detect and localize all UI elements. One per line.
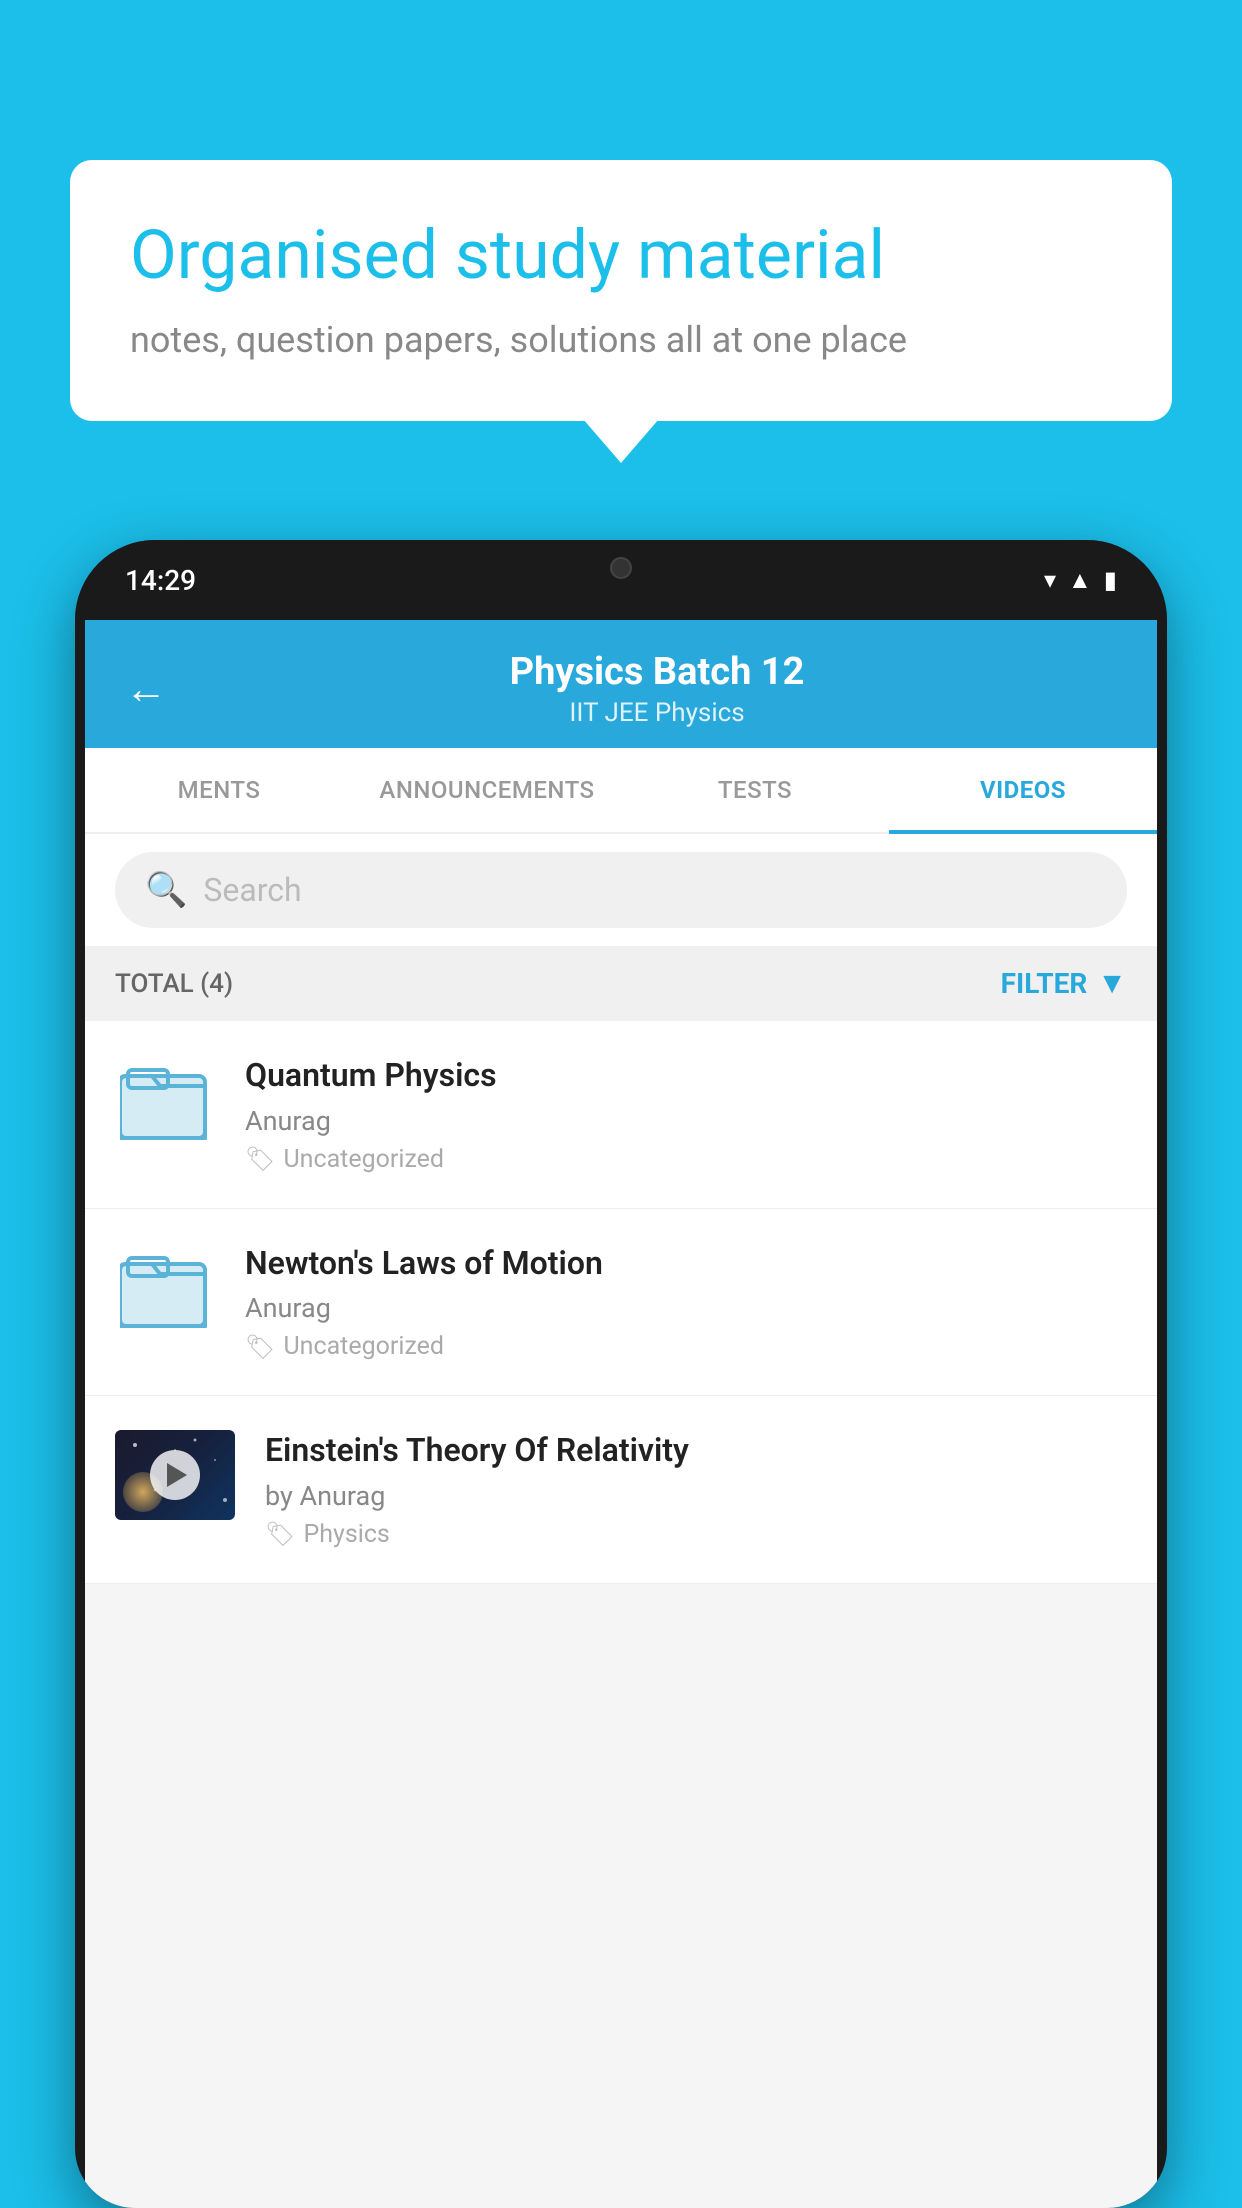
- video-info: Quantum Physics Anurag 🏷 Uncategorized: [245, 1055, 1127, 1174]
- video-author: by Anurag: [265, 1480, 1127, 1512]
- play-triangle-icon: [167, 1463, 187, 1487]
- filter-bar: TOTAL (4) FILTER ▼: [85, 946, 1157, 1021]
- video-title: Quantum Physics: [245, 1055, 1127, 1097]
- speech-bubble-container: Organised study material notes, question…: [70, 160, 1172, 421]
- status-icons: ▾ ▲ ▮: [1044, 566, 1117, 595]
- video-list: Quantum Physics Anurag 🏷 Uncategorized: [85, 1021, 1157, 1584]
- tag-icon: 🏷: [245, 1145, 275, 1173]
- list-item[interactable]: Newton's Laws of Motion Anurag 🏷 Uncateg…: [85, 1209, 1157, 1397]
- search-container: 🔍 Search: [85, 834, 1157, 946]
- folder-icon-wrapper: [115, 1243, 215, 1333]
- tab-announcements[interactable]: ANNOUNCEMENTS: [353, 748, 621, 832]
- tabs-bar: MENTS ANNOUNCEMENTS TESTS VIDEOS: [85, 748, 1157, 834]
- phone-screen: ← Physics Batch 12 IIT JEE Physics MENTS…: [85, 620, 1157, 2208]
- phone-frame: 14:29 ▾ ▲ ▮ ← Physics Batch 12 IIT JEE P…: [75, 540, 1167, 2208]
- video-tag: 🏷 Physics: [265, 1520, 1127, 1549]
- tag-icon: 🏷: [245, 1333, 275, 1361]
- header-center: Physics Batch 12 IIT JEE Physics: [197, 650, 1117, 728]
- signal-icon: ▲: [1068, 566, 1092, 595]
- tag-label: Uncategorized: [283, 1332, 444, 1361]
- tab-tests[interactable]: TESTS: [621, 748, 889, 832]
- filter-label: FILTER: [1001, 967, 1088, 1000]
- status-bar: 14:29 ▾ ▲ ▮: [75, 540, 1167, 620]
- camera: [610, 557, 632, 579]
- tab-ments[interactable]: MENTS: [85, 748, 353, 832]
- search-icon: 🔍: [145, 870, 187, 910]
- folder-icon: [120, 1248, 210, 1328]
- header-subtitle: IIT JEE Physics: [197, 698, 1117, 728]
- list-item[interactable]: Quantum Physics Anurag 🏷 Uncategorized: [85, 1021, 1157, 1209]
- tab-videos[interactable]: VIDEOS: [889, 748, 1157, 832]
- video-info: Einstein's Theory Of Relativity by Anura…: [265, 1430, 1127, 1549]
- battery-icon: ▮: [1104, 566, 1117, 594]
- filter-icon: ▼: [1097, 966, 1127, 1001]
- filter-button[interactable]: FILTER ▼: [1001, 966, 1127, 1001]
- total-count: TOTAL (4): [115, 969, 233, 999]
- tag-label: Uncategorized: [283, 1145, 444, 1174]
- play-button[interactable]: [150, 1450, 200, 1500]
- search-input[interactable]: Search: [203, 871, 301, 909]
- phone-notch: [531, 540, 711, 595]
- app-header: ← Physics Batch 12 IIT JEE Physics: [85, 620, 1157, 748]
- bubble-title: Organised study material: [130, 215, 1112, 297]
- tag-label: Physics: [303, 1520, 389, 1549]
- status-time: 14:29: [125, 564, 196, 597]
- video-tag: 🏷 Uncategorized: [245, 1332, 1127, 1361]
- tag-icon: 🏷: [265, 1520, 295, 1548]
- video-author: Anurag: [245, 1105, 1127, 1137]
- video-info: Newton's Laws of Motion Anurag 🏷 Uncateg…: [245, 1243, 1127, 1362]
- speech-bubble: Organised study material notes, question…: [70, 160, 1172, 421]
- video-tag: 🏷 Uncategorized: [245, 1145, 1127, 1174]
- back-button[interactable]: ←: [125, 665, 167, 714]
- search-bar[interactable]: 🔍 Search: [115, 852, 1127, 928]
- bubble-subtitle: notes, question papers, solutions all at…: [130, 319, 1112, 361]
- wifi-icon: ▾: [1044, 566, 1056, 594]
- video-title: Newton's Laws of Motion: [245, 1243, 1127, 1285]
- list-item[interactable]: Einstein's Theory Of Relativity by Anura…: [85, 1396, 1157, 1584]
- video-author: Anurag: [245, 1292, 1127, 1324]
- video-title: Einstein's Theory Of Relativity: [265, 1430, 1127, 1472]
- video-thumbnail: [115, 1430, 235, 1520]
- folder-icon: [120, 1060, 210, 1140]
- header-title: Physics Batch 12: [197, 650, 1117, 694]
- folder-icon-wrapper: [115, 1055, 215, 1145]
